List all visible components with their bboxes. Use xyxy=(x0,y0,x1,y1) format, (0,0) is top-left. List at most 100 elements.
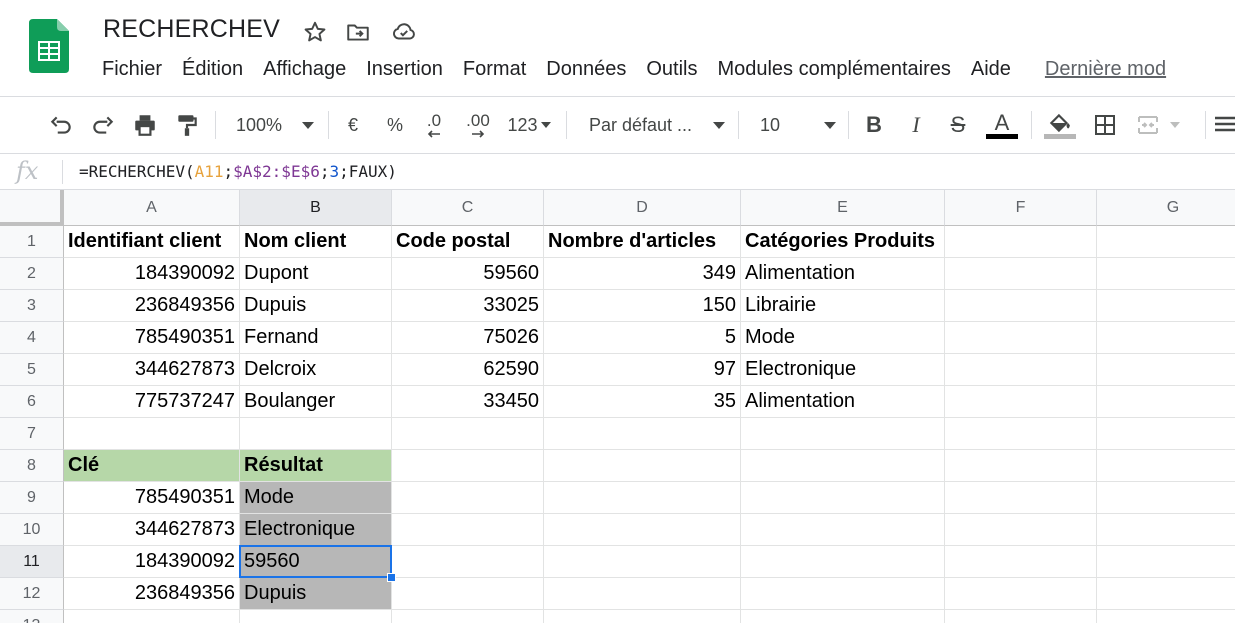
cell-b5[interactable]: Delcroix xyxy=(240,354,392,386)
menu-outils[interactable]: Outils xyxy=(636,56,707,86)
cell-b6[interactable]: Boulanger xyxy=(240,386,392,418)
cell-a13[interactable] xyxy=(64,610,240,623)
cell-a12[interactable]: 236849356 xyxy=(64,578,240,610)
cloud-saved-icon[interactable] xyxy=(391,19,417,45)
zoom-select[interactable]: 100% xyxy=(236,110,326,140)
column-header-f[interactable]: F xyxy=(945,190,1097,226)
row-header-2[interactable]: 2 xyxy=(0,258,64,290)
increase-decimals-button[interactable]: .00 xyxy=(462,110,494,140)
cell-g2[interactable] xyxy=(1097,258,1235,290)
cell-g10[interactable] xyxy=(1097,514,1235,546)
paint-format-icon[interactable] xyxy=(172,110,202,140)
column-header-a[interactable]: A xyxy=(64,190,240,226)
column-header-c[interactable]: C xyxy=(392,190,544,226)
menu-affichage[interactable]: Affichage xyxy=(253,56,356,86)
cell-g1[interactable] xyxy=(1097,226,1235,258)
menu-edition[interactable]: Édition xyxy=(172,56,253,86)
menu-modules[interactable]: Modules complémentaires xyxy=(707,56,960,86)
cell-a9[interactable]: 785490351 xyxy=(64,482,240,514)
cell-b2[interactable]: Dupont xyxy=(240,258,392,290)
fill-color-button[interactable] xyxy=(1043,110,1077,140)
cell-g11[interactable] xyxy=(1097,546,1235,578)
redo-icon[interactable] xyxy=(88,110,118,140)
row-header-8[interactable]: 8 xyxy=(0,450,64,482)
cell-a11[interactable]: 184390092 xyxy=(64,546,240,578)
cell-d5[interactable]: 97 xyxy=(544,354,741,386)
cell-c5[interactable]: 62590 xyxy=(392,354,544,386)
menu-donnees[interactable]: Données xyxy=(536,56,636,86)
cell-b11[interactable]: 59560 xyxy=(240,546,392,578)
cell-c6[interactable]: 33450 xyxy=(392,386,544,418)
cell-g7[interactable] xyxy=(1097,418,1235,450)
formula-input[interactable]: =RECHERCHEV(A11;$A$2:$E$6;3;FAUX) xyxy=(79,162,397,181)
cell-d12[interactable] xyxy=(544,578,741,610)
currency-format-button[interactable]: € xyxy=(340,110,366,140)
cell-d10[interactable] xyxy=(544,514,741,546)
row-header-5[interactable]: 5 xyxy=(0,354,64,386)
cell-a8[interactable]: Clé xyxy=(64,450,240,482)
cell-b3[interactable]: Dupuis xyxy=(240,290,392,322)
font-size-select[interactable]: 10 xyxy=(760,110,836,140)
last-edit-link[interactable]: Dernière mod xyxy=(1035,56,1176,86)
cell-b1[interactable]: Nom client xyxy=(240,226,392,258)
decrease-decimals-button[interactable]: .0 xyxy=(420,110,448,140)
row-header-9[interactable]: 9 xyxy=(0,482,64,514)
cell-c9[interactable] xyxy=(392,482,544,514)
select-all-corner[interactable] xyxy=(0,190,64,226)
cell-d6[interactable]: 35 xyxy=(544,386,741,418)
cell-f13[interactable] xyxy=(945,610,1097,623)
cell-d11[interactable] xyxy=(544,546,741,578)
cell-a5[interactable]: 344627873 xyxy=(64,354,240,386)
cell-f4[interactable] xyxy=(945,322,1097,354)
cell-f5[interactable] xyxy=(945,354,1097,386)
column-header-e[interactable]: E xyxy=(741,190,945,226)
cell-d8[interactable] xyxy=(544,450,741,482)
cell-b7[interactable] xyxy=(240,418,392,450)
menu-fichier[interactable]: Fichier xyxy=(92,56,172,86)
italic-button[interactable]: I xyxy=(902,110,930,140)
menu-aide[interactable]: Aide xyxy=(961,56,1021,86)
print-icon[interactable] xyxy=(130,110,160,140)
cell-g12[interactable] xyxy=(1097,578,1235,610)
cell-g5[interactable] xyxy=(1097,354,1235,386)
row-header-4[interactable]: 4 xyxy=(0,322,64,354)
cell-f11[interactable] xyxy=(945,546,1097,578)
cell-f10[interactable] xyxy=(945,514,1097,546)
cell-c10[interactable] xyxy=(392,514,544,546)
sheets-logo-icon[interactable] xyxy=(29,19,69,73)
cell-c13[interactable] xyxy=(392,610,544,623)
cell-g4[interactable] xyxy=(1097,322,1235,354)
cell-b9[interactable]: Mode xyxy=(240,482,392,514)
cell-d1[interactable]: Nombre d'articles xyxy=(544,226,741,258)
row-header-6[interactable]: 6 xyxy=(0,386,64,418)
cell-d9[interactable] xyxy=(544,482,741,514)
column-header-g[interactable]: G xyxy=(1097,190,1235,226)
font-family-select[interactable]: Par défaut ... xyxy=(589,110,725,140)
document-title[interactable]: RECHERCHEV xyxy=(103,15,280,44)
cell-a3[interactable]: 236849356 xyxy=(64,290,240,322)
cell-e13[interactable] xyxy=(741,610,945,623)
cell-g13[interactable] xyxy=(1097,610,1235,623)
cell-f6[interactable] xyxy=(945,386,1097,418)
cell-d7[interactable] xyxy=(544,418,741,450)
cell-a7[interactable] xyxy=(64,418,240,450)
cell-g6[interactable] xyxy=(1097,386,1235,418)
more-formats-button[interactable]: 123 xyxy=(505,110,553,140)
percent-format-button[interactable]: % xyxy=(382,110,408,140)
row-header-3[interactable]: 3 xyxy=(0,290,64,322)
borders-icon[interactable] xyxy=(1090,110,1120,140)
cell-f7[interactable] xyxy=(945,418,1097,450)
cell-b10[interactable]: Electronique xyxy=(240,514,392,546)
star-icon[interactable] xyxy=(302,19,328,45)
cell-e6[interactable]: Alimentation xyxy=(741,386,945,418)
menu-format[interactable]: Format xyxy=(453,56,536,86)
align-left-icon[interactable] xyxy=(1215,110,1235,140)
cell-e3[interactable]: Librairie xyxy=(741,290,945,322)
cell-c11[interactable] xyxy=(392,546,544,578)
column-header-d[interactable]: D xyxy=(544,190,741,226)
cell-e7[interactable] xyxy=(741,418,945,450)
bold-button[interactable]: B xyxy=(860,110,888,140)
cell-g8[interactable] xyxy=(1097,450,1235,482)
cell-d4[interactable]: 5 xyxy=(544,322,741,354)
text-color-button[interactable]: A xyxy=(985,110,1019,140)
